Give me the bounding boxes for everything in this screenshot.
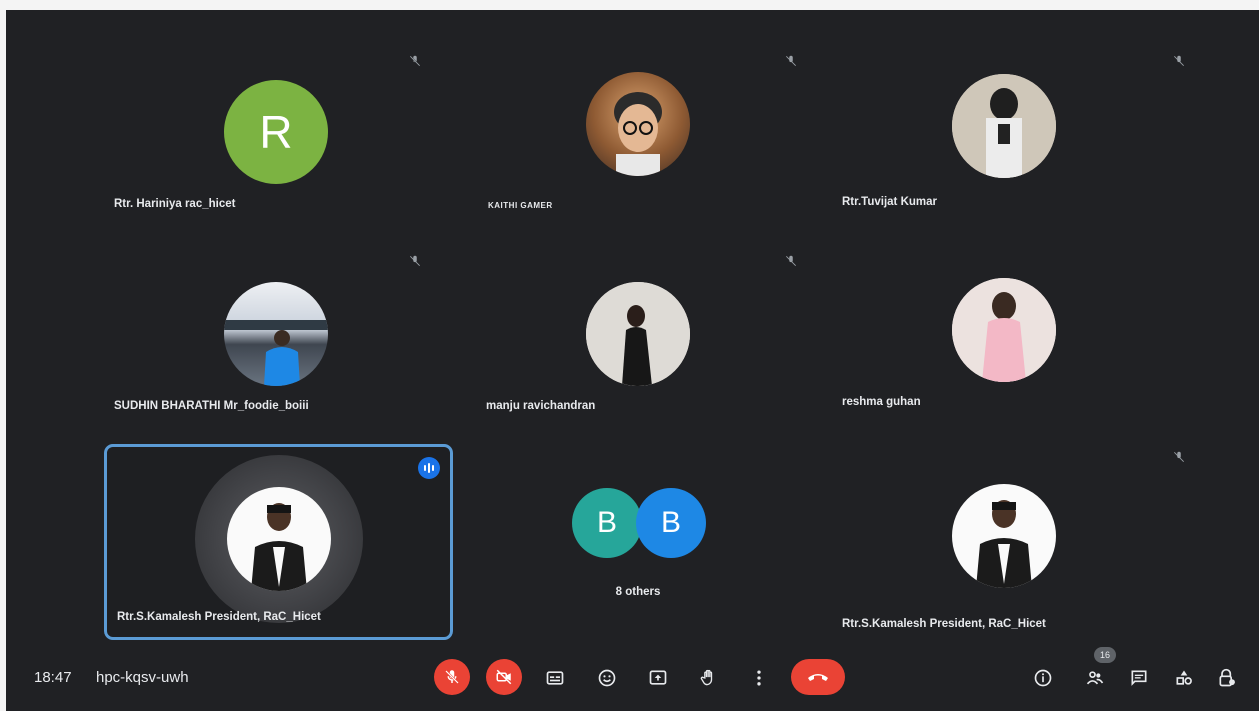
participant-name: Rtr.S.Kamalesh President, RaC_Hicet bbox=[842, 618, 1046, 630]
participant-tile[interactable]: manju ravichandran bbox=[468, 255, 808, 448]
meet-window: R Rtr. Hariniya rac_hicet KAITHI GAMER R… bbox=[6, 10, 1259, 711]
present-screen-icon bbox=[649, 670, 667, 685]
host-controls-button[interactable] bbox=[1216, 667, 1238, 689]
participant-tile[interactable]: Rtr.Tuvijat Kumar bbox=[832, 55, 1184, 248]
meeting-details-button[interactable] bbox=[1032, 667, 1054, 689]
person-photo bbox=[586, 282, 690, 386]
chat-icon bbox=[1131, 670, 1147, 686]
mic-off-icon bbox=[1174, 55, 1184, 66]
participant-name: manju ravichandran bbox=[486, 400, 596, 412]
leave-call-button[interactable] bbox=[791, 659, 845, 695]
person-with-glasses-photo bbox=[614, 92, 662, 176]
raise-hand-button[interactable] bbox=[698, 667, 720, 689]
captions-button[interactable] bbox=[544, 667, 566, 689]
avatar: R bbox=[224, 80, 328, 184]
camera-off-icon bbox=[496, 669, 512, 685]
avatar-letter: B bbox=[660, 506, 681, 539]
avatar bbox=[586, 72, 690, 176]
participant-name: Rtr. Hariniya rac_hicet bbox=[114, 198, 236, 210]
person-by-lake-photo bbox=[224, 320, 328, 386]
person-photo bbox=[952, 278, 1056, 382]
mic-off-icon bbox=[1174, 451, 1184, 462]
emoji-reactions-button[interactable] bbox=[596, 667, 618, 689]
participant-name: KAITHI GAMER bbox=[488, 201, 553, 210]
participant-name: Rtr.S.Kamalesh President, RaC_Hicet bbox=[117, 611, 321, 623]
person-in-suit-photo bbox=[250, 503, 307, 591]
participant-name: Rtr.Tuvijat Kumar bbox=[842, 196, 937, 208]
speaking-indicator-icon bbox=[418, 457, 440, 479]
captions-icon bbox=[546, 671, 564, 685]
participant-tile[interactable]: KAITHI GAMER bbox=[468, 55, 808, 248]
avatar-letter: R bbox=[259, 106, 293, 158]
mic-toggle-button[interactable] bbox=[434, 659, 470, 695]
mic-off-icon bbox=[410, 255, 420, 266]
avatar: B bbox=[636, 488, 706, 558]
participant-count-badge: 16 bbox=[1094, 647, 1116, 663]
avatar-letter: B bbox=[596, 506, 617, 539]
participant-tile-active[interactable]: Rtr.S.Kamalesh President, RaC_Hicet bbox=[104, 444, 453, 640]
mic-off-icon bbox=[786, 55, 796, 66]
meeting-clock: 18:47 bbox=[34, 669, 72, 686]
bottom-control-bar: 18:47 | hpc-kqsv-uwh bbox=[6, 647, 1259, 711]
participant-tile[interactable]: Rtr.S.Kamalesh President, RaC_Hicet bbox=[832, 451, 1184, 644]
person-in-suit-photo bbox=[976, 500, 1032, 588]
participant-tile[interactable]: SUDHIN BHARATHI Mr_foodie_boiii bbox=[106, 255, 446, 448]
avatar bbox=[952, 74, 1056, 178]
activities-button[interactable] bbox=[1173, 667, 1195, 689]
people-button[interactable] bbox=[1084, 667, 1106, 689]
hand-icon bbox=[700, 669, 713, 686]
mic-off-icon bbox=[786, 255, 796, 266]
info-icon bbox=[1034, 669, 1052, 687]
avatar bbox=[224, 282, 328, 386]
avatar: B bbox=[572, 488, 642, 558]
person-photo bbox=[952, 74, 1056, 178]
chat-button[interactable] bbox=[1128, 667, 1150, 689]
mic-off-icon bbox=[445, 670, 459, 684]
activities-icon bbox=[1176, 670, 1192, 685]
others-count-label: 8 others bbox=[615, 586, 661, 598]
more-vert-icon bbox=[757, 670, 761, 686]
others-tile[interactable]: B B 8 others bbox=[468, 454, 808, 644]
avatar bbox=[952, 278, 1056, 382]
participant-tile[interactable]: R Rtr. Hariniya rac_hicet bbox=[106, 55, 446, 248]
emoji-icon bbox=[598, 669, 616, 687]
people-icon bbox=[1086, 671, 1104, 685]
hang-up-icon bbox=[808, 674, 828, 681]
avatar bbox=[952, 484, 1056, 588]
participant-name: reshma guhan bbox=[842, 396, 921, 408]
more-options-button[interactable] bbox=[748, 667, 770, 689]
participant-name: SUDHIN BHARATHI Mr_foodie_boiii bbox=[114, 400, 309, 412]
mic-off-icon bbox=[409, 55, 421, 67]
lock-person-icon bbox=[1219, 668, 1235, 687]
camera-toggle-button[interactable] bbox=[486, 659, 522, 695]
avatar bbox=[226, 487, 331, 591]
present-screen-button[interactable] bbox=[647, 667, 669, 689]
meeting-code: hpc-kqsv-uwh bbox=[96, 669, 189, 686]
avatar bbox=[586, 282, 690, 386]
participant-tile[interactable]: reshma guhan bbox=[832, 258, 1172, 448]
